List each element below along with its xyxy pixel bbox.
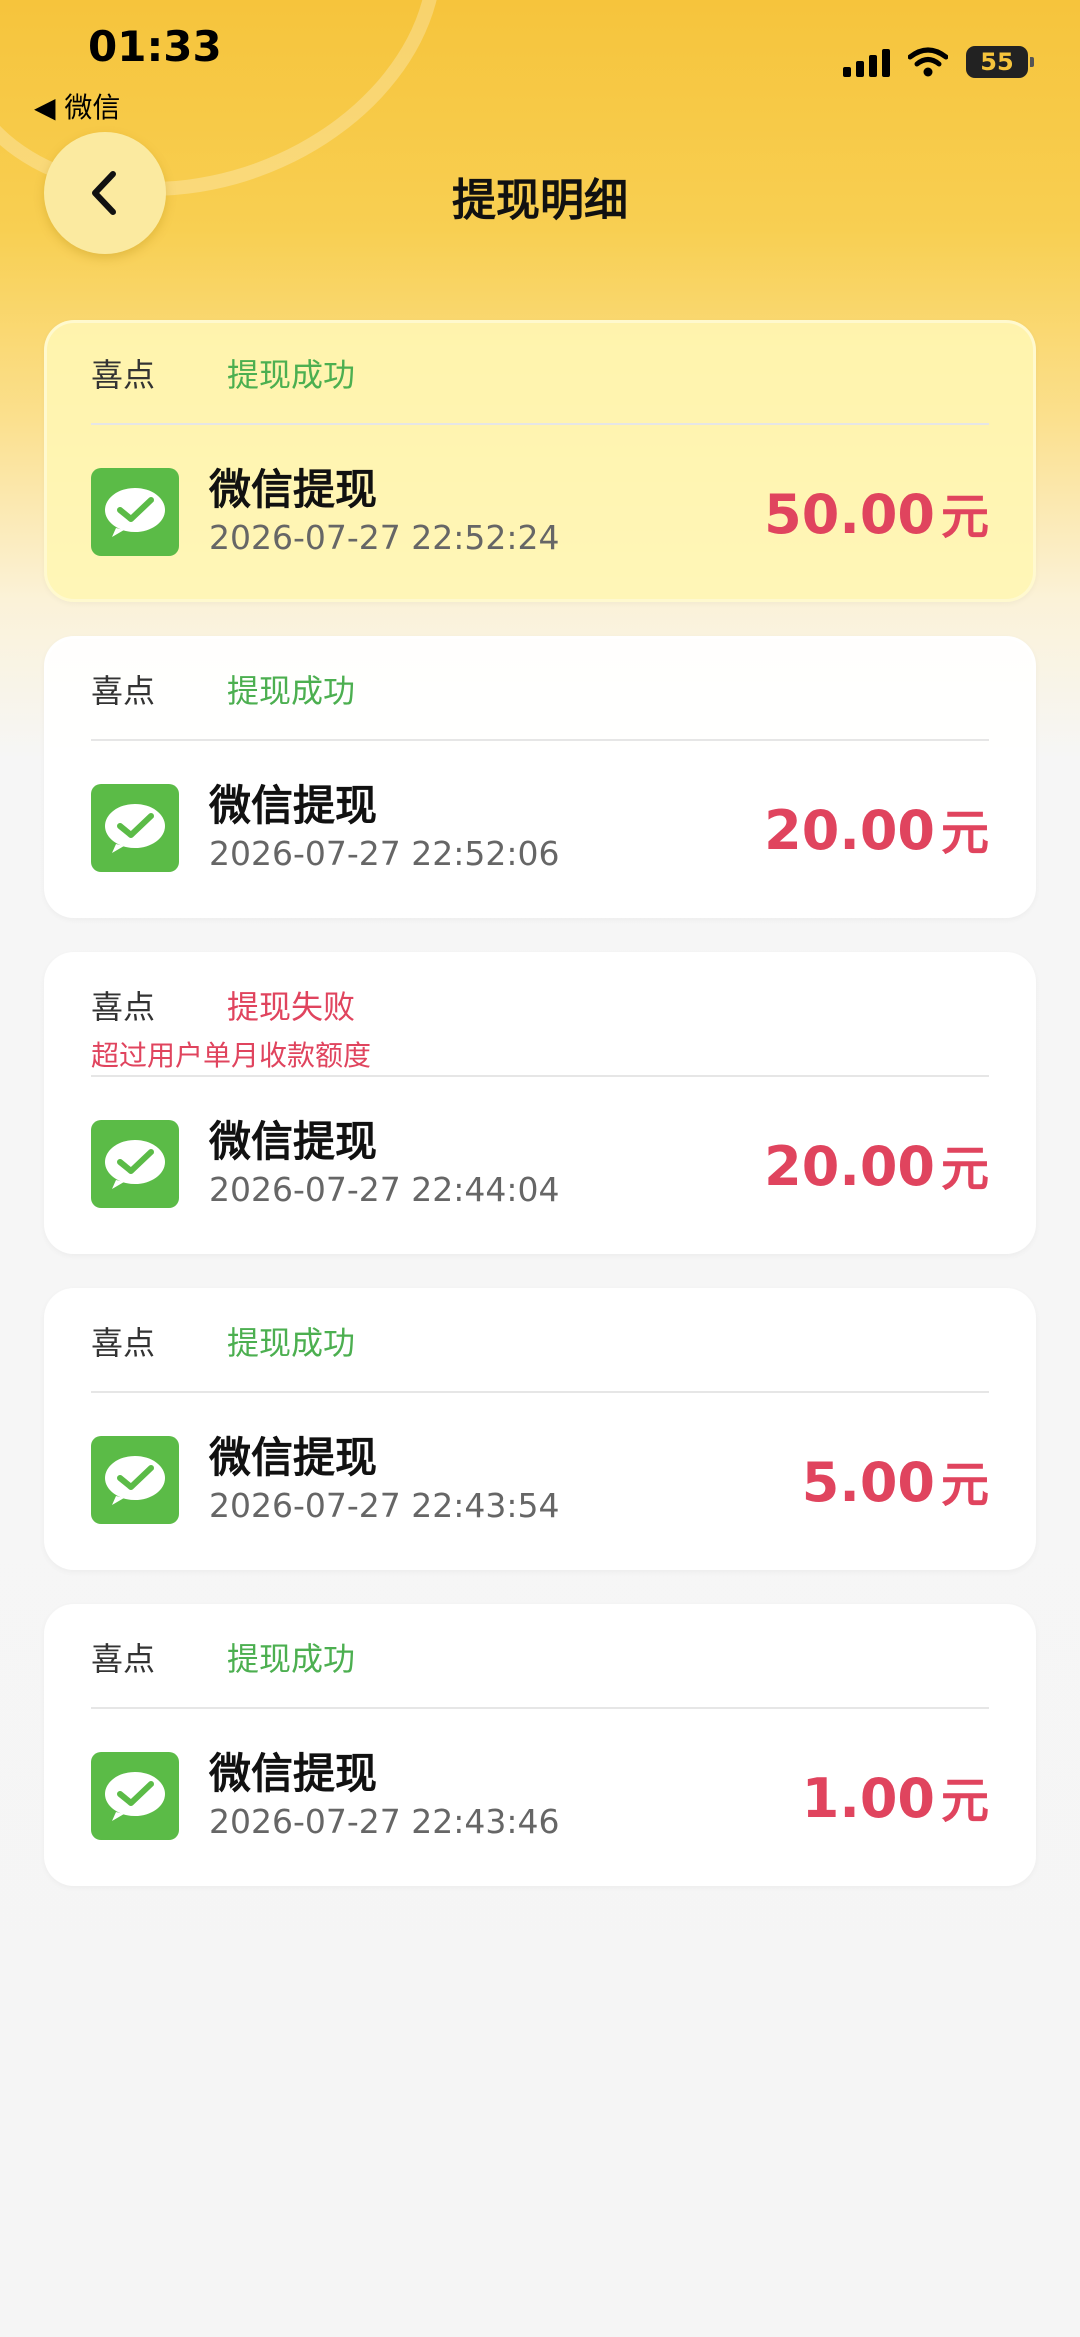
record-time: 2026-07-27 22:43:54 xyxy=(209,1486,560,1525)
amount-unit: 元 xyxy=(940,1773,989,1829)
record-status: 提现成功 xyxy=(227,356,356,394)
amount-value: 5.00 xyxy=(801,1451,935,1514)
record-amount: 1.00 元 xyxy=(802,1761,989,1831)
record-status: 提现成功 xyxy=(227,1324,356,1362)
record-amount: 20.00 元 xyxy=(764,793,989,863)
record-time: 2026-07-27 22:44:04 xyxy=(209,1170,560,1209)
wifi-icon xyxy=(908,47,948,77)
status-icons: 55 xyxy=(843,46,1034,78)
amount-value: 50.00 xyxy=(764,483,935,546)
wechat-pay-icon xyxy=(91,1436,179,1524)
record-time: 2026-07-27 22:52:24 xyxy=(209,518,560,557)
record-title: 微信提现 xyxy=(209,781,378,830)
record-body: 微信提现 2026-07-27 22:43:54 5.00 元 xyxy=(91,1393,989,1567)
withdrawal-record-list: 喜点 提现成功 微信提现 2026-07-27 22:52:24 50.00 元 … xyxy=(44,320,1036,1920)
record-header: 喜点 提现成功 xyxy=(91,323,989,423)
record-header: 喜点 提现成功 xyxy=(91,639,989,739)
wechat-pay-icon xyxy=(91,784,179,872)
record-info: 微信提现 2026-07-27 22:52:24 xyxy=(209,464,764,560)
record-amount: 20.00 元 xyxy=(764,1129,989,1199)
record-body: 微信提现 2026-07-27 22:43:46 1.00 元 xyxy=(91,1709,989,1883)
withdrawal-record-card[interactable]: 喜点 提现成功 微信提现 2026-07-27 22:43:54 5.00 元 xyxy=(44,1288,1036,1570)
record-amount: 5.00 元 xyxy=(802,1445,989,1515)
battery-icon: 55 xyxy=(966,46,1034,78)
back-to-app-link[interactable]: ◀ 微信 xyxy=(34,86,120,126)
status-time: 01:33 xyxy=(88,22,222,71)
record-info: 微信提现 2026-07-27 22:52:06 xyxy=(209,780,764,876)
wechat-pay-icon xyxy=(91,1120,179,1208)
amount-value: 1.00 xyxy=(801,1767,935,1830)
withdrawal-record-card[interactable]: 喜点 提现成功 微信提现 2026-07-27 22:52:24 50.00 元 xyxy=(44,320,1036,602)
amount-value: 20.00 xyxy=(764,1135,935,1198)
record-status: 提现成功 xyxy=(227,672,356,710)
record-info: 微信提现 2026-07-27 22:43:54 xyxy=(209,1432,802,1528)
record-body: 微信提现 2026-07-27 22:52:06 20.00 元 xyxy=(91,741,989,915)
record-source: 喜点 xyxy=(91,988,156,1026)
record-source: 喜点 xyxy=(91,356,156,394)
page-title: 提现明细 xyxy=(452,175,628,226)
record-title: 微信提现 xyxy=(209,1117,378,1166)
record-time: 2026-07-27 22:43:46 xyxy=(209,1802,560,1841)
record-status: 提现成功 xyxy=(227,1640,356,1678)
amount-unit: 元 xyxy=(940,489,989,545)
record-title: 微信提现 xyxy=(209,1749,378,1798)
signal-icon xyxy=(843,47,890,77)
amount-unit: 元 xyxy=(940,805,989,861)
record-body: 微信提现 2026-07-27 22:44:04 20.00 元 xyxy=(91,1077,989,1251)
record-title: 微信提现 xyxy=(209,1433,378,1482)
record-source: 喜点 xyxy=(91,672,156,710)
wechat-pay-icon xyxy=(91,468,179,556)
record-status: 提现失败 xyxy=(227,988,356,1026)
record-info: 微信提现 2026-07-27 22:43:46 xyxy=(209,1748,802,1844)
record-source: 喜点 xyxy=(91,1324,156,1362)
record-time: 2026-07-27 22:52:06 xyxy=(209,834,560,873)
amount-unit: 元 xyxy=(940,1457,989,1513)
withdrawal-record-card[interactable]: 喜点 提现失败 超过用户单月收款额度 微信提现 2026-07-27 22:44… xyxy=(44,952,1036,1254)
record-source: 喜点 xyxy=(91,1640,156,1678)
status-bar: 01:33 ◀ 微信 55 xyxy=(0,0,1080,124)
record-title: 微信提现 xyxy=(209,465,378,514)
record-info: 微信提现 2026-07-27 22:44:04 xyxy=(209,1116,764,1212)
record-body: 微信提现 2026-07-27 22:52:24 50.00 元 xyxy=(91,425,989,599)
record-amount: 50.00 元 xyxy=(764,477,989,547)
amount-unit: 元 xyxy=(940,1141,989,1197)
withdrawal-record-card[interactable]: 喜点 提现成功 微信提现 2026-07-27 22:52:06 20.00 元 xyxy=(44,636,1036,918)
wechat-pay-icon xyxy=(91,1752,179,1840)
record-header: 喜点 提现成功 xyxy=(91,1607,989,1707)
amount-value: 20.00 xyxy=(764,799,935,862)
withdrawal-record-card[interactable]: 喜点 提现成功 微信提现 2026-07-27 22:43:46 1.00 元 xyxy=(44,1604,1036,1886)
failure-reason: 超过用户单月收款额度 xyxy=(91,1039,372,1072)
record-header: 喜点 提现成功 xyxy=(91,1291,989,1391)
